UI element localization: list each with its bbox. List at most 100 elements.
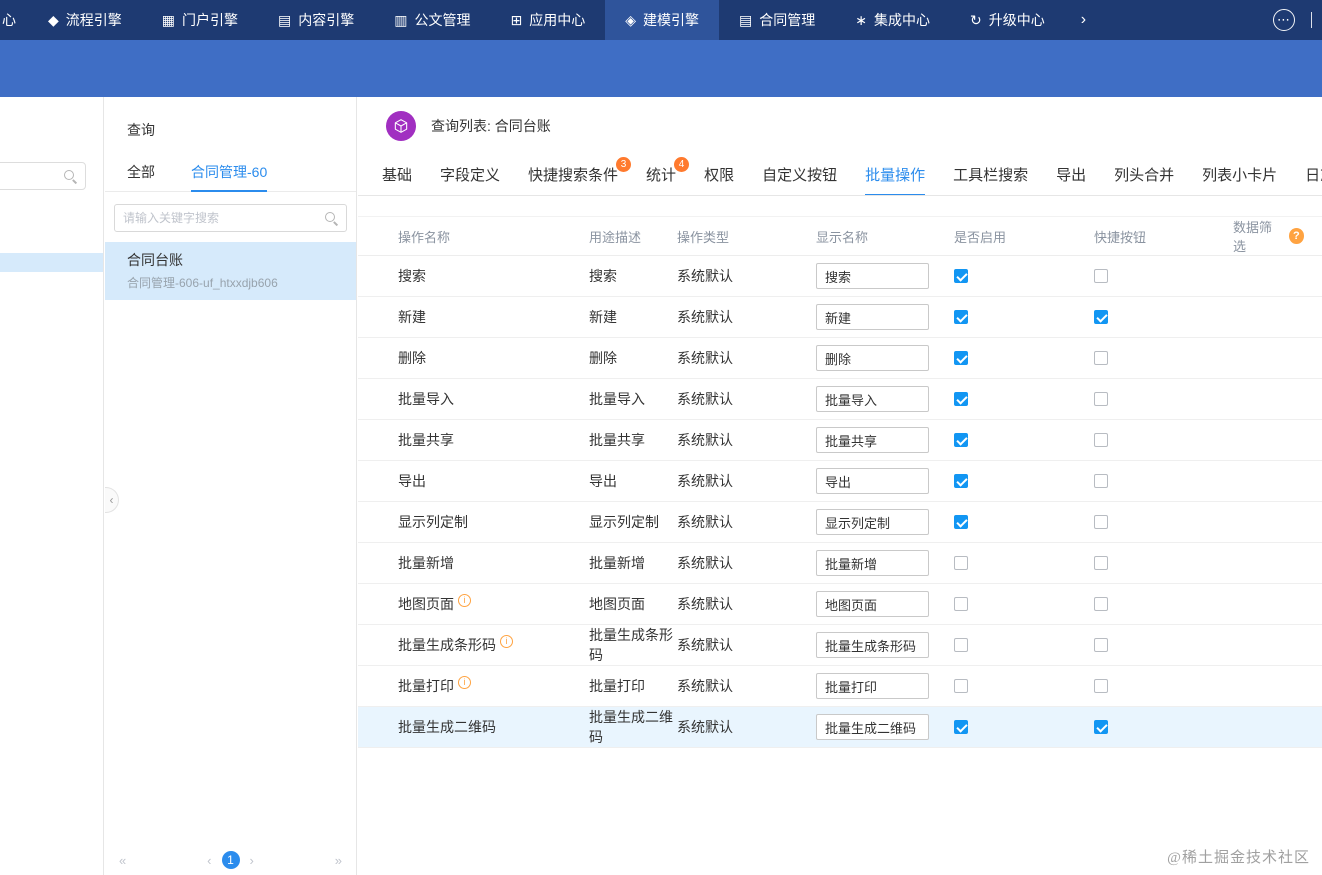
nav-item-integration-center[interactable]: ∗ 集成中心 [835, 0, 950, 40]
info-icon[interactable]: i [458, 675, 471, 689]
display-name-input[interactable] [816, 714, 929, 740]
first-page-button[interactable]: « [117, 853, 128, 868]
display-name-input[interactable] [816, 304, 929, 330]
last-page-button[interactable]: » [333, 853, 344, 868]
tab-log[interactable]: 日志 [1305, 154, 1322, 195]
tab-column-header-merge[interactable]: 列头合并 [1114, 154, 1174, 195]
col-header-enabled: 是否启用 [954, 229, 1007, 245]
sidebar-tab-contract-60[interactable]: 合同管理-60 [191, 154, 268, 192]
tab-export[interactable]: 导出 [1056, 154, 1086, 195]
nav-item-document-management[interactable]: ▥ 公文管理 [374, 0, 490, 40]
nav-item-app-center[interactable]: ⊞ 应用中心 [490, 0, 605, 40]
list-item-contract-ledger[interactable]: 合同台账 合同管理-606-uf_htxxdjb606 [105, 242, 356, 300]
operation-type: 系统默认 [677, 514, 733, 530]
tab-basic[interactable]: 基础 [382, 154, 412, 195]
tab-statistics[interactable]: 统计 4 [646, 154, 690, 195]
tab-field-definition[interactable]: 字段定义 [440, 154, 500, 195]
enabled-checkbox[interactable] [954, 392, 968, 406]
tab-custom-buttons[interactable]: 自定义按钮 [762, 154, 837, 195]
display-name-input[interactable] [816, 509, 929, 535]
keyword-search-input[interactable] [123, 211, 319, 225]
display-name-input[interactable] [816, 386, 929, 412]
info-icon[interactable]: i [500, 634, 513, 648]
nav-item-contract-management[interactable]: ▤ 合同管理 [719, 0, 835, 40]
operation-name: 批量共享 [398, 432, 454, 448]
current-page-button[interactable]: 1 [221, 851, 240, 869]
nav-label: 升级中心 [988, 12, 1045, 28]
quick-button-checkbox[interactable] [1094, 556, 1108, 570]
nav-item-portal-engine[interactable]: ▦ 门户引擎 [142, 0, 258, 40]
enabled-checkbox[interactable] [954, 720, 968, 734]
operation-name: 批量新增 [398, 555, 454, 571]
help-icon[interactable]: ? [1288, 228, 1304, 244]
operation-type: 系统默认 [677, 596, 733, 612]
tab-toolbar-search[interactable]: 工具栏搜索 [953, 154, 1028, 195]
prev-page-button[interactable]: ‹ [205, 853, 213, 868]
quick-button-checkbox[interactable] [1094, 638, 1108, 652]
quick-button-checkbox[interactable] [1094, 351, 1108, 365]
nav-label: 合同管理 [759, 12, 816, 28]
nav-label: 门户引擎 [182, 12, 239, 28]
display-name-input[interactable] [816, 591, 929, 617]
display-name-input[interactable] [816, 468, 929, 494]
next-page-button[interactable]: › [248, 853, 256, 868]
enabled-checkbox[interactable] [954, 556, 968, 570]
tab-quick-search-conditions[interactable]: 快捷搜索条件 3 [528, 154, 632, 195]
list-item-subtitle: 合同管理-606-uf_htxxdjb606 [127, 276, 278, 290]
operation-type: 系统默认 [677, 719, 733, 735]
display-name-input[interactable] [816, 345, 929, 371]
operation-type: 系统默认 [677, 268, 733, 284]
tab-permissions[interactable]: 权限 [704, 154, 734, 195]
nav-label: 公文管理 [414, 12, 471, 28]
collapse-panel-button[interactable]: ‹ [105, 487, 119, 513]
nav-item-content-engine[interactable]: ▤ 内容引擎 [258, 0, 374, 40]
display-name-input[interactable] [816, 427, 929, 453]
operation-name: 地图页面 [398, 596, 454, 612]
quick-button-checkbox[interactable] [1094, 720, 1108, 734]
display-name-input[interactable] [816, 263, 929, 289]
quick-button-checkbox[interactable] [1094, 269, 1108, 283]
more-menu-button[interactable]: ⋯ [1273, 0, 1295, 40]
nav-label: 内容引擎 [298, 12, 355, 28]
tab-list-card[interactable]: 列表小卡片 [1202, 154, 1277, 195]
quick-button-checkbox[interactable] [1094, 392, 1108, 406]
quick-button-checkbox[interactable] [1094, 515, 1108, 529]
quick-button-checkbox[interactable] [1094, 433, 1108, 447]
enabled-checkbox[interactable] [954, 679, 968, 693]
quick-button-checkbox[interactable] [1094, 310, 1108, 324]
tab-batch-operations[interactable]: 批量操作 [865, 154, 926, 195]
display-name-input[interactable] [816, 673, 929, 699]
sidebar-title: 查询 [127, 122, 155, 138]
enabled-checkbox[interactable] [954, 310, 968, 324]
display-name-input[interactable] [816, 550, 929, 576]
upgrade-center-icon: ↻ [969, 12, 982, 28]
clipped-nav-item[interactable]: 心 [0, 0, 28, 40]
quick-button-checkbox[interactable] [1094, 597, 1108, 611]
enabled-checkbox[interactable] [954, 433, 968, 447]
enabled-checkbox[interactable] [954, 597, 968, 611]
enabled-checkbox[interactable] [954, 515, 968, 529]
sidebar-tab-all[interactable]: 全部 [127, 154, 155, 192]
operation-name: 新建 [398, 309, 426, 325]
table-row: 批量生成二维码 批量生成二维码 系统默认 [358, 707, 1322, 748]
enabled-checkbox[interactable] [954, 474, 968, 488]
operation-description: 显示列定制 [589, 514, 659, 530]
info-icon[interactable]: i [458, 593, 471, 607]
nav-item-modeling-engine[interactable]: ◈ 建模引擎 [605, 0, 719, 40]
display-name-input[interactable] [816, 632, 929, 658]
top-navbar: 心 ◆ 流程引擎 ▦ 门户引擎 ▤ 内容引擎 ▥ 公文管理 ⊞ 应用中心 ◈ 建… [0, 0, 1322, 40]
tree-search-box[interactable] [0, 162, 86, 190]
enabled-checkbox[interactable] [954, 269, 968, 283]
enabled-checkbox[interactable] [954, 638, 968, 652]
table-row: 批量生成条形码 i 批量生成条形码 系统默认 [358, 625, 1322, 666]
quick-button-checkbox[interactable] [1094, 474, 1108, 488]
table-row: 地图页面 i 地图页面 系统默认 [358, 584, 1322, 625]
nav-item-upgrade-center[interactable]: ↻ 升级中心 [950, 0, 1065, 40]
nav-scroll-right-button[interactable]: › [1065, 0, 1102, 40]
enabled-checkbox[interactable] [954, 351, 968, 365]
nav-item-process-engine[interactable]: ◆ 流程引擎 [28, 0, 142, 40]
quick-button-checkbox[interactable] [1094, 679, 1108, 693]
tree-selected-item[interactable] [0, 253, 103, 272]
col-header-operation-name: 操作名称 [398, 229, 451, 245]
operation-description: 批量打印 [589, 678, 645, 694]
